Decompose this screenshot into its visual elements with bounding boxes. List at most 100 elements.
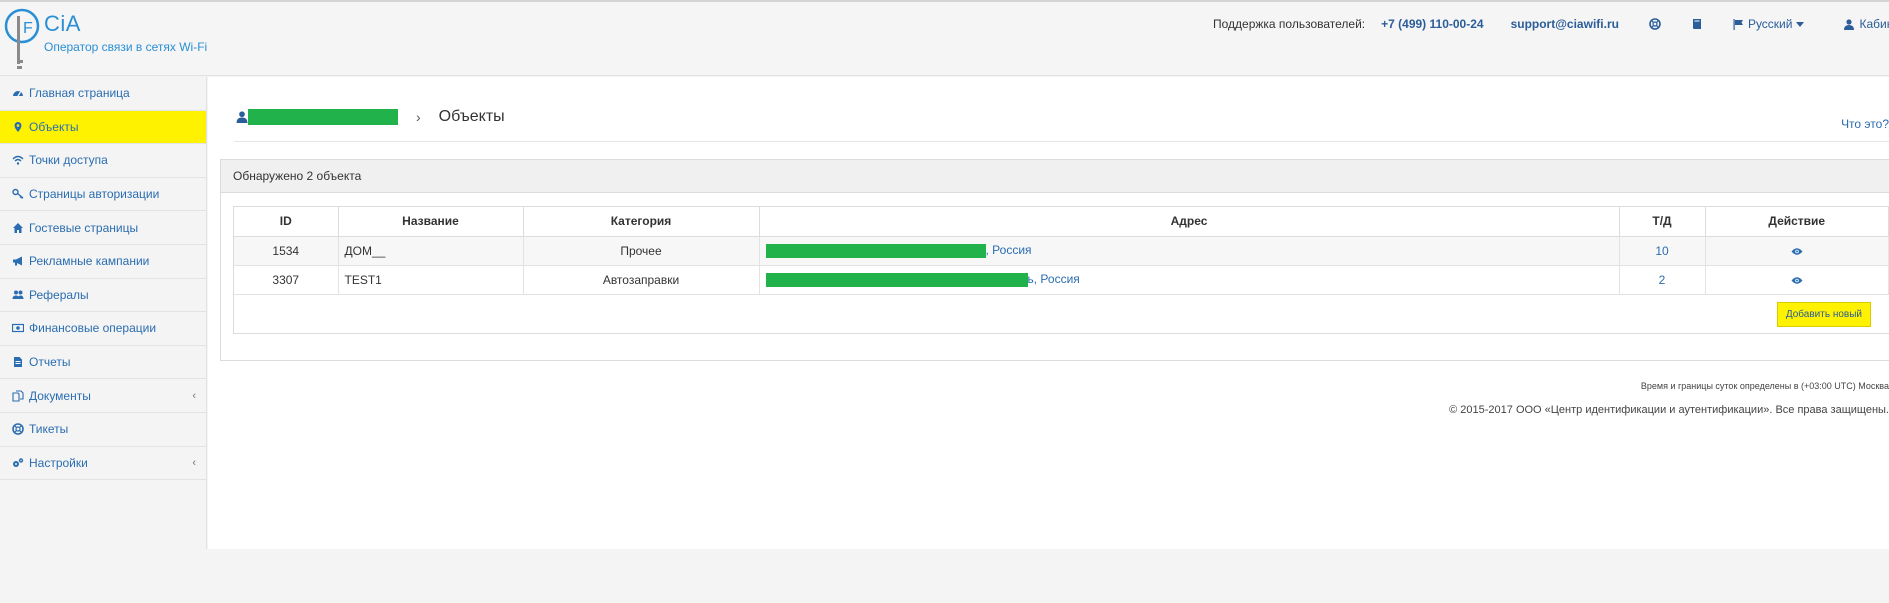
table-footer: Добавить новый: [234, 295, 1889, 333]
cell-ap-count[interactable]: 10: [1619, 236, 1706, 266]
timezone-note: Время и границы суток определены в (+03:…: [1640, 381, 1889, 391]
wifi-icon: [12, 156, 24, 166]
sidebar-item-label: Настройки: [29, 455, 88, 470]
support-label: Поддержка пользователей:: [1213, 17, 1366, 31]
ap-count-link[interactable]: 2: [1659, 273, 1666, 287]
table-row: 1534 ДОМ__ Прочее , Россия 10: [234, 236, 1889, 266]
cia-logo-icon[interactable]: F: [2, 6, 42, 74]
sidebar-item-label: Объекты: [29, 119, 79, 134]
brand-subtitle: Оператор связи в сетях Wi-Fi: [44, 40, 208, 54]
documents-icon: [12, 390, 24, 402]
dashboard-icon: [13, 91, 23, 97]
lifebuoy-icon: [12, 423, 24, 436]
money-icon: [12, 324, 24, 333]
megaphone-icon: [13, 256, 22, 266]
address-country[interactable]: ь, Россия: [1028, 272, 1080, 286]
chevron-left-icon[interactable]: ‹: [192, 457, 196, 469]
caret-down-icon: [1796, 21, 1805, 27]
sidebar-item-dashboard[interactable]: Главная страница: [0, 77, 206, 111]
cell-category: Прочее: [523, 236, 760, 266]
cell-name: TEST1: [338, 265, 524, 295]
cabinet-link[interactable]: Кабинет: [1844, 17, 1889, 31]
eye-icon[interactable]: [1791, 247, 1803, 256]
breadcrumb-separator-icon: ›: [416, 109, 421, 125]
sidebar: Главная страница Объекты Точки доступа С…: [0, 77, 207, 549]
column-header[interactable]: Название: [338, 207, 524, 237]
cogs-icon: [13, 458, 24, 467]
support-phone[interactable]: +7 (499) 110-00-24: [1381, 17, 1483, 31]
cell-ap-count[interactable]: 2: [1619, 265, 1706, 295]
brand-name: CiA: [44, 11, 81, 36]
support-email-link[interactable]: support@ciawifi.ru: [1511, 17, 1619, 31]
sidebar-item-reports[interactable]: Отчеты: [0, 346, 206, 380]
chevron-left-icon[interactable]: ‹: [192, 390, 196, 402]
sidebar-item-auth-pages[interactable]: Страницы авторизации: [0, 178, 206, 212]
main-content: › Объекты Что это? Обнаружено 2 объекта …: [208, 77, 1889, 549]
top-header: F CiA Оператор связи в сетях Wi-Fi Подде…: [0, 0, 1889, 76]
sidebar-item-label: Документы: [29, 388, 91, 403]
table-header-row: ID Название Категория Адрес Т/Д Действие: [234, 207, 1889, 237]
sidebar-item-label: Страницы авторизации: [29, 187, 160, 202]
file-icon: [14, 357, 22, 368]
user-icon: [236, 111, 248, 123]
sidebar-item-label: Гостевые страницы: [29, 220, 139, 235]
breadcrumb: › Объекты: [236, 108, 505, 126]
key-icon: [12, 188, 24, 200]
redacted-account-name[interactable]: [248, 109, 398, 125]
book-icon[interactable]: [1691, 18, 1703, 30]
column-header[interactable]: Адрес: [759, 207, 1620, 237]
header-right: Поддержка пользователей: +7 (499) 110-00…: [1213, 17, 1889, 31]
table-row: 3307 TEST1 Автозаправки ь, Россия 2: [234, 265, 1889, 295]
cell-id: 1534: [234, 236, 339, 266]
cell-name: ДОМ__: [338, 236, 524, 266]
sidebar-item-label: Финансовые операции: [29, 321, 157, 336]
cell-id: 3307: [234, 265, 339, 295]
cabinet-label: Кабинет: [1859, 17, 1889, 31]
objects-table: ID Название Категория Адрес Т/Д Действие…: [234, 207, 1889, 295]
sidebar-item-label: Рекламные кампании: [29, 254, 150, 269]
divider: [234, 141, 1889, 142]
copyright: © 2015-2017 ООО «Центр идентификации и а…: [1449, 404, 1889, 416]
sidebar-item-objects[interactable]: Объекты: [0, 110, 206, 145]
eye-icon[interactable]: [1791, 276, 1803, 285]
breadcrumb-current: Объекты: [438, 108, 505, 125]
help-link[interactable]: Что это?: [1841, 117, 1889, 131]
sidebar-item-access-points[interactable]: Точки доступа: [0, 144, 206, 178]
add-new-button[interactable]: Добавить новый: [1776, 301, 1871, 327]
objects-table-wrapper: ID Название Категория Адрес Т/Д Действие…: [233, 206, 1889, 334]
flag-icon: [1733, 18, 1743, 30]
cell-address[interactable]: , Россия: [759, 236, 1620, 266]
column-header[interactable]: ID: [234, 207, 339, 237]
column-header[interactable]: Категория: [523, 207, 760, 237]
cell-address[interactable]: ь, Россия: [759, 265, 1620, 295]
sidebar-item-label: Рефералы: [29, 287, 89, 302]
lifebuoy-icon[interactable]: [1649, 18, 1661, 30]
svg-text:F: F: [23, 20, 33, 37]
sidebar-item-label: Главная страница: [29, 86, 130, 101]
sidebar-item-referrals[interactable]: Рефералы: [0, 279, 206, 313]
sidebar-item-documents[interactable]: Документы ‹: [0, 379, 206, 413]
sidebar-item-label: Точки доступа: [29, 153, 108, 168]
user-icon: [1844, 18, 1855, 30]
sidebar-item-label: Отчеты: [29, 355, 71, 370]
ap-count-link[interactable]: 10: [1655, 244, 1668, 258]
sidebar-item-finance[interactable]: Финансовые операции: [0, 312, 206, 346]
address-country[interactable]: , Россия: [986, 243, 1032, 257]
sidebar-item-ad-campaigns[interactable]: Рекламные кампании: [0, 245, 206, 279]
language-label: Русский: [1747, 17, 1793, 31]
sidebar-item-label: Тикеты: [29, 422, 69, 437]
language-selector[interactable]: Русский: [1733, 17, 1805, 31]
sidebar-item-settings[interactable]: Настройки ‹: [0, 447, 206, 481]
sidebar-item-guest-pages[interactable]: Гостевые страницы: [0, 211, 206, 245]
column-header: Действие: [1705, 207, 1889, 237]
column-header[interactable]: Т/Д: [1619, 207, 1706, 237]
redacted-address: [765, 272, 1028, 287]
objects-panel: Обнаружено 2 объекта ID Название Категор…: [220, 159, 1889, 361]
sidebar-item-tickets[interactable]: Тикеты: [0, 413, 206, 447]
cell-action: [1705, 265, 1889, 295]
home-icon: [13, 222, 23, 233]
panel-header: Обнаружено 2 объекта: [221, 160, 1889, 193]
cell-action: [1705, 236, 1889, 266]
cell-category: Автозаправки: [523, 265, 760, 295]
users-icon: [12, 290, 24, 299]
